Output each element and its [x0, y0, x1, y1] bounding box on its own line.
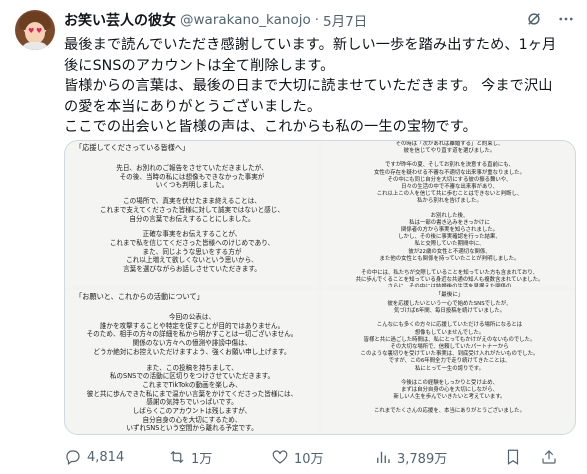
tweet-text-line: の愛を本当にありがとうございました。: [64, 98, 322, 115]
image-text-line: 彼を信じてやり直す道を選びました。: [403, 148, 496, 155]
image-body: 今回の公表は、 誰かを攻撃することや特定を促すことが目的ではありません。 そのため、…: [65, 301, 319, 433]
image-text-line: これまでたくさんの応援を、本当にありがとうございました。: [374, 408, 525, 415]
image-text-line: これ以上増えて欲しくないという思いから、: [126, 256, 258, 265]
tweet-text-line: 最後まで読んでいただき感謝しています。新しい一歩を踏み出すため、1ヶ月: [64, 37, 557, 53]
image-body: 彼を応援したいという一心で始めたSNSでしたが、 気づけば6年間、毎日投稿を続けて…: [322, 299, 575, 416]
image-text-line: 私は一部の書き込みをきっかけに: [409, 219, 490, 226]
tweet-header: お笑い芸人の彼女 @warakano_kanojo · 5月7日: [64, 10, 575, 30]
heart-eye-icon: ♥: [36, 27, 43, 35]
image-text-line: ですが昨年の夏、そしてお別れを決意する直前にも、: [385, 162, 514, 169]
image-text-line: これまでTikTokの動画を楽しみ、: [142, 380, 242, 389]
image-text-line: ですが、この6年間全力で走り続けてきたことは、: [388, 358, 511, 365]
media-grid: 「応援してくださっている皆様へ」 先日、お別れのご報告をさせていただきましたが、…: [64, 140, 576, 435]
views-count: 3,789万: [397, 451, 448, 467]
image-text-line: しばらくこのアカウントは残しますが、: [132, 407, 252, 416]
like-count: 10万: [294, 451, 324, 467]
bookmark-icon: [504, 448, 522, 466]
image-text-line: 先日、お別れのご報告をさせていただきましたが、: [116, 164, 268, 172]
image-text-line: 言葉を選びながらお話しさせていただきます。: [123, 265, 261, 274]
image-text-line: この場所で、真実を伏せたまま終えることは、: [123, 197, 261, 206]
repost-button[interactable]: 1万: [168, 448, 271, 467]
tweet-text-line: 後にSNSのアカウントは全て削除します。: [64, 57, 335, 74]
more-icon[interactable]: [557, 10, 575, 28]
heart-eye-icon: ♥: [28, 27, 35, 35]
image-text-line: 新しい人生を歩んでいきたいと考えています。: [393, 394, 506, 401]
action-bar: 4,814 1万 10万 3,789万: [64, 446, 574, 468]
avatar-shirt: [21, 42, 49, 50]
media-image-top-left[interactable]: 「応援してくださっている皆様へ」 先日、お別れのご報告をさせていただきましたが、…: [65, 141, 319, 287]
image-text-line: お別れした後、: [430, 212, 469, 219]
user-handle[interactable]: @warakano_kanojo: [180, 12, 311, 28]
image-text-line: さらに、その中には結婚後の生活を見据えた関係の: [322, 284, 575, 287]
tweet-text-line: 皆様からの言葉は、最後の日まで大切に読ませていただきます。 今まで沢山: [64, 78, 553, 94]
image-title: 「お願いと、これからの活動について」: [75, 292, 204, 301]
image-text-line: 女性の存在を疑わせる不審な不適切な出来事が重なりました。: [374, 169, 525, 176]
views-button[interactable]: 3,789万: [374, 448, 504, 467]
repost-count: 1万: [191, 451, 213, 467]
image-text-line: 私から別れを告げました。: [417, 198, 482, 205]
repost-icon: [168, 448, 186, 466]
image-text-line: 今後はこの経験をしっかりと受け止め、: [400, 379, 499, 386]
image-text-line: また他の女性とも関係を持っていたことが判明しました。: [379, 255, 520, 262]
image-text-line: いくつも判明しました。: [155, 181, 229, 190]
tweet-text-line: ここでの出会いと皆様の声は、これからも私の一生の宝物です。: [64, 119, 477, 135]
reply-button[interactable]: 4,814: [64, 448, 168, 466]
image-text-line: 今回の公表は、: [168, 313, 216, 321]
image-text-line: 自分の言葉でお伝えすることにしました。: [129, 214, 255, 223]
media-image-bottom-left[interactable]: 「お願いと、これからの活動について」 今回の公表は、 誰かを攻撃することや特定を促…: [65, 290, 319, 434]
image-text-line: これまで支えてくださった皆様に対して誠実ではないと感じ、: [100, 205, 284, 214]
tweet-text: 最後まで読んでいただき感謝しています。新しい一歩を踏み出すため、1ヶ月 後にSN…: [64, 35, 576, 138]
bookmark-button[interactable]: [504, 448, 540, 466]
post-date[interactable]: 5月7日: [323, 10, 367, 30]
image-text-line: 正確な事実をお伝えすることが、: [142, 230, 242, 239]
image-text-line: 気づけば6年間、毎日投稿を続けていました。: [393, 308, 506, 315]
reply-count: 4,814: [87, 449, 125, 465]
image-text-line: これまで私を信じてくださった皆様へのけじめであり、: [109, 238, 275, 247]
grok-icon[interactable]: [525, 10, 543, 28]
avatar[interactable]: ♥ ♥: [15, 10, 55, 50]
views-icon: [374, 448, 392, 466]
image-title: 「最後に」: [435, 292, 464, 298]
image-text-line: 皆様と共に過ごした時間は、私にとってもかけがえのないものでした。: [363, 336, 536, 343]
like-button[interactable]: 10万: [271, 448, 374, 467]
image-text-line: 関係のない方々への憶測や誹謗中傷は、: [132, 339, 252, 348]
media-image-top-right[interactable]: その時は「次があれば離婚する」と約束し、 彼を信じてやり直す道を選びました。 ですが…: [322, 141, 575, 287]
image-text-line: 感謝の気持ちでいっぱいです。: [146, 398, 238, 407]
image-body: 先日、お別れのご報告をさせていただきましたが、 その後、当時の私には想像もできなか…: [65, 152, 319, 274]
display-name[interactable]: お笑い芸人の彼女: [64, 10, 176, 30]
image-text-line: その中にも同じ自分を大切にする彼の振る舞いや、: [387, 176, 512, 183]
media-image-bottom-right[interactable]: 「最後に」 彼を応援したいという一心で始めたSNSでしたが、 気づけば6年間、毎日…: [322, 290, 575, 434]
image-body: その時は「次があれば離婚する」と約束し、 彼を信じてやり直す道を選びました。 ですが…: [322, 141, 575, 287]
share-icon: [540, 448, 558, 466]
image-text-line: 彼が22歳の女性と不適切な関係、: [408, 248, 491, 255]
image-text-line: 私と交際していた期間中に、: [414, 241, 485, 248]
image-text-line: そのため、相手の方々の詳細を私から明かすことは一切ございません。: [86, 330, 298, 339]
like-icon: [271, 448, 289, 466]
image-text-line: どうか絶対にお控えいただけますよう、強くお願い申し上げます。: [93, 347, 291, 356]
image-text-line: 私にとって一生の誇りです。: [414, 365, 485, 372]
separator-dot: ·: [314, 12, 320, 28]
image-text-line: また、この投稿を持ちまして、: [146, 363, 238, 372]
image-text-line: いずれSNSという空間から離れる予定です。: [126, 424, 258, 433]
image-text-line: こんなにも多くの方々に応援していただける場所になるとは: [376, 322, 523, 329]
share-button[interactable]: [540, 448, 558, 466]
reply-icon: [64, 448, 82, 466]
image-text-line: 想像もしていませんでした。: [414, 329, 485, 336]
image-title: 「応援してくださっている皆様へ」: [75, 143, 190, 152]
image-text-line: 私のSNSでの活動に区切りをつけさせていただきます。: [109, 372, 275, 381]
